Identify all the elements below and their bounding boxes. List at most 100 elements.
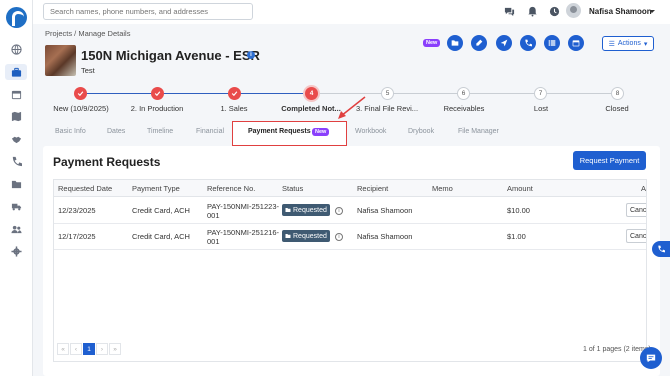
table-cell-ref: PAY-150NMI-251216- [207,228,279,237]
request-payment-button[interactable]: Request Payment [573,151,646,170]
row-divider [54,223,646,224]
briefcase-icon[interactable] [5,64,27,80]
list-icon: ☰ [608,40,615,48]
table-cell-recipient: Nafisa Shamoon [357,232,413,241]
globe-icon[interactable] [9,42,23,56]
last-page-button[interactable]: » [109,343,121,355]
step-4-label: Completed Not... [281,104,341,113]
table-cell-ref: PAY-150NMI-251223- [207,202,279,211]
table-cell-ref-suffix: 001 [207,211,220,220]
column-header[interactable]: Status [282,184,303,193]
step-7-label: Lost [533,104,549,113]
cancel-button[interactable]: Canc [626,229,646,243]
page-title: 150N Michigan Avenue - ESR [81,48,260,63]
step-8-label: Closed [605,104,629,113]
app-logo[interactable] [6,7,27,28]
folder-icon[interactable] [9,177,23,191]
info-icon[interactable]: i [335,233,343,241]
top-bar: Nafisa Shamoon [33,0,670,24]
status-badge: Requested [282,204,330,216]
table-cell-amount: $1.00 [507,232,526,241]
tab-basic-info[interactable]: Basic Info [55,128,86,135]
table-cell-date: 12/17/2025 [58,232,96,241]
step-3-node[interactable] [228,87,241,100]
step-1-label: New (10/9/2025) [53,104,109,113]
calendar-action-button[interactable] [568,35,584,51]
column-header[interactable]: Reference No. [207,184,255,193]
step-2-label: 2. In Production [130,104,184,113]
phone-float-button[interactable] [652,241,670,257]
tab-new-badge: New [312,128,330,136]
step-5-node[interactable]: 5 [381,87,394,100]
column-header[interactable]: A [641,184,646,193]
column-header[interactable]: Recipient [357,184,388,193]
step-3-label: 1. Sales [220,104,248,113]
step-4-node[interactable]: 4 [305,87,318,100]
info-icon[interactable]: i [335,207,343,215]
first-page-button[interactable]: « [57,343,69,355]
sidebar [0,0,33,376]
step-1-node[interactable] [74,87,87,100]
gear-icon[interactable] [9,244,23,258]
breadcrumb[interactable]: Projects / Manage Details [45,29,130,38]
chat-float-button[interactable] [640,347,662,369]
user-name[interactable]: Nafisa Shamoon [589,7,652,16]
bell-icon[interactable] [527,6,538,17]
table-cell-date: 12/23/2025 [58,206,96,215]
send-action-button[interactable] [496,35,512,51]
tab-timeline[interactable]: Timeline [147,128,173,135]
phone-icon[interactable] [9,154,23,168]
chat-icon [646,354,656,363]
chevron-down-icon: ▾ [643,40,648,48]
column-header[interactable]: Requested Date [58,184,112,193]
tab-file-manager[interactable]: File Manager [458,128,499,135]
actions-label: Actions [617,40,641,47]
column-header[interactable]: Payment Type [132,184,180,193]
info-icon[interactable]: i [247,51,255,59]
edit-action-button[interactable] [471,35,487,51]
annotation-arrow-icon [338,96,366,119]
calendar-icon[interactable] [9,87,23,101]
new-badge: New [423,39,441,47]
chevron-down-icon[interactable] [649,10,655,13]
project-thumbnail [45,45,76,76]
check-icon [154,91,161,97]
column-header[interactable]: Amount [507,184,533,193]
tab-financial[interactable]: Financial [196,128,224,135]
search-input[interactable] [43,3,253,20]
check-icon [77,91,84,97]
tab-dates[interactable]: Dates [107,128,125,135]
tab-payment-requests[interactable]: Payment Requests [248,128,311,135]
step-7-node[interactable]: 7 [534,87,547,100]
handshake-icon[interactable] [9,132,23,146]
step-8-node[interactable]: 8 [611,87,624,100]
tab-drybook[interactable]: Drybook [408,128,434,135]
map-icon[interactable] [9,109,23,123]
truck-icon[interactable] [9,199,23,213]
cancel-button[interactable]: Canc [626,203,646,217]
table-cell-type: Credit Card, ACH [132,206,190,215]
users-icon[interactable] [9,222,23,236]
list-action-button[interactable] [544,35,560,51]
row-divider [54,249,646,250]
column-header[interactable]: Memo [432,184,453,193]
clock-icon[interactable] [549,6,560,17]
step-6-node[interactable]: 6 [457,87,470,100]
next-page-button[interactable]: › [96,343,108,355]
tab-workbook[interactable]: Workbook [355,128,386,135]
stepper-progress-line [81,93,311,94]
prev-page-button[interactable]: ‹ [70,343,82,355]
folder-icon [285,234,291,238]
status-text: Requested [293,232,327,240]
status-text: Requested [293,206,327,214]
step-2-node[interactable] [151,87,164,100]
chat-bubbles-icon[interactable] [504,6,515,17]
avatar[interactable] [566,3,581,18]
actions-button[interactable]: ☰ Actions ▾ [602,36,654,51]
check-icon [231,91,238,97]
table-cell-type: Credit Card, ACH [132,232,190,241]
project-subtitle: Test [81,66,95,75]
folder-action-button[interactable] [447,35,463,51]
page-1-button[interactable]: 1 [83,343,95,355]
call-action-button[interactable] [520,35,536,51]
